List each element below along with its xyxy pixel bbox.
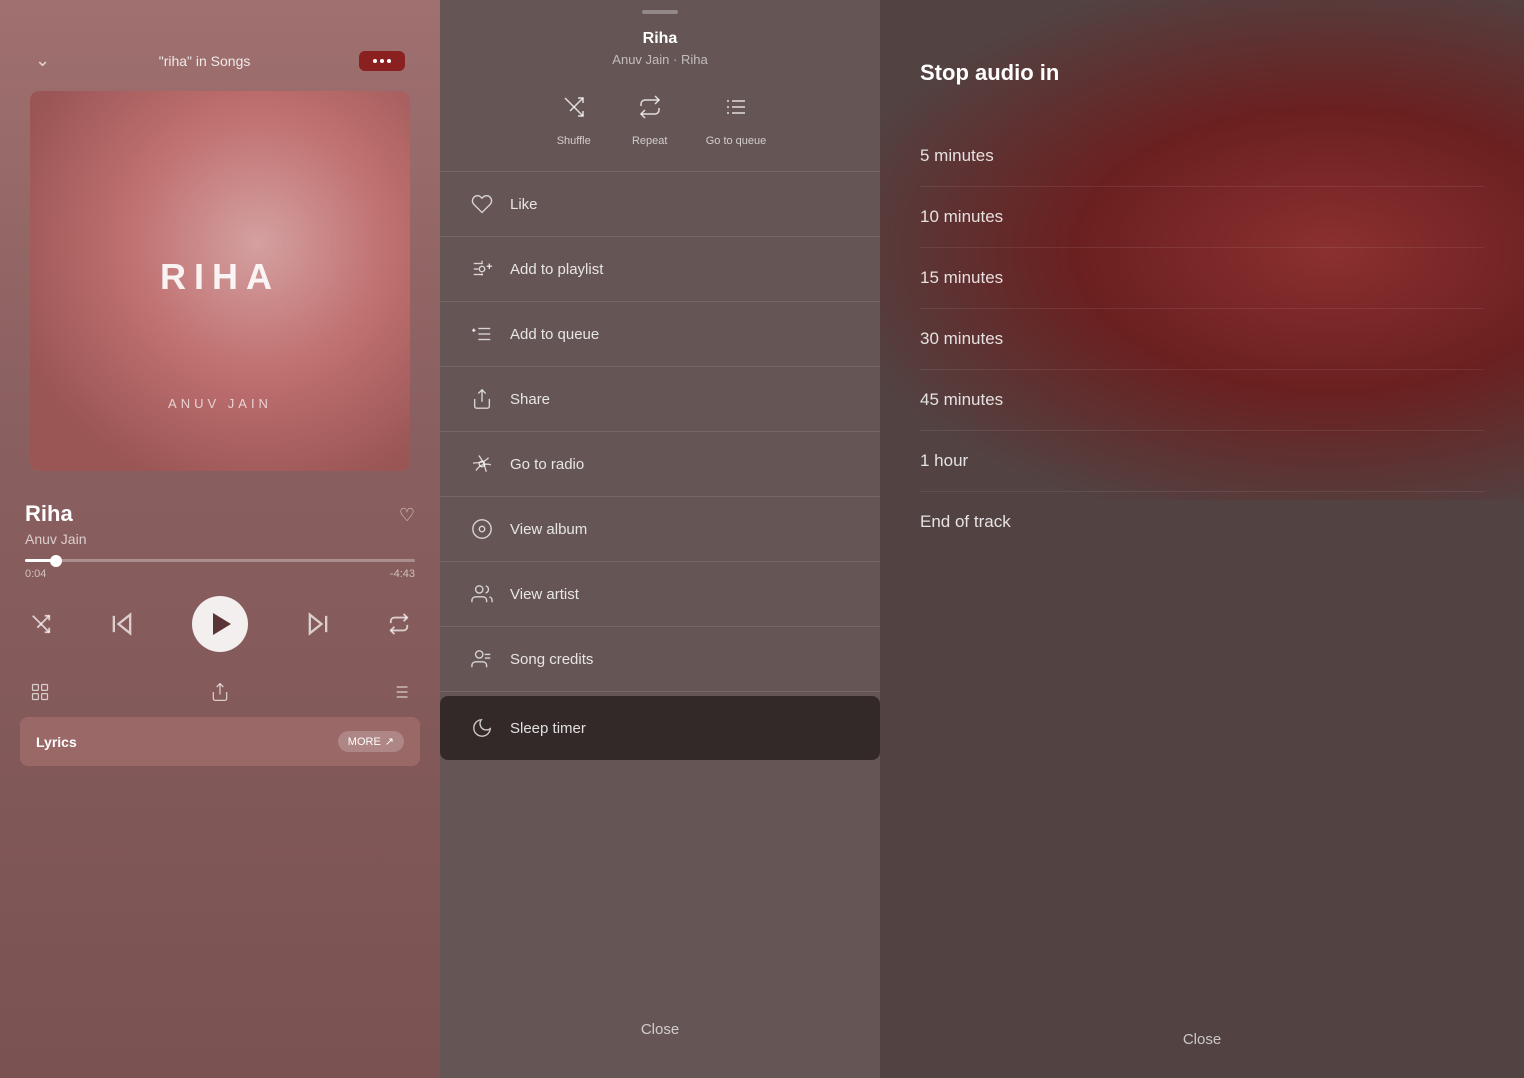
queue-button[interactable] — [390, 682, 410, 707]
share-item[interactable]: Share — [440, 367, 880, 431]
bottom-bar — [20, 682, 420, 707]
repeat-action-label: Repeat — [632, 135, 667, 147]
progress-times: 0:04 -4:43 — [25, 568, 415, 580]
divider-8 — [440, 691, 880, 692]
add-to-queue-item[interactable]: Add to queue — [440, 302, 880, 366]
playlist-add-icon — [470, 257, 494, 281]
song-menu-panel: Riha Anuv Jain · Riha Shuffle Repeat — [440, 0, 880, 1078]
view-artist-label: View artist — [510, 586, 579, 603]
search-context-label: "riha" in Songs — [159, 53, 251, 69]
timer-end-of-track[interactable]: End of track — [920, 492, 1484, 552]
timer-panel: Stop audio in 5 minutes 10 minutes 15 mi… — [880, 0, 1524, 1078]
add-to-queue-icon — [470, 322, 494, 346]
go-to-radio-item[interactable]: Go to radio — [440, 432, 880, 496]
more-options-button[interactable] — [359, 51, 405, 71]
song-credits-item[interactable]: Song credits — [440, 627, 880, 691]
view-album-item[interactable]: View album — [440, 497, 880, 561]
like-label: Like — [510, 196, 538, 213]
song-name: Riha — [25, 501, 86, 527]
sleep-timer-icon — [470, 716, 494, 740]
album-title-overlay: RIHA — [160, 256, 280, 298]
add-to-playlist-label: Add to playlist — [510, 261, 603, 278]
shuffle-action-label: Shuffle — [557, 135, 591, 147]
add-to-queue-label: Add to queue — [510, 326, 599, 343]
timer-end-of-track-label: End of track — [920, 512, 1011, 531]
progress-container: 0:04 -4:43 — [20, 559, 420, 580]
timer-title: Stop audio in — [920, 60, 1484, 86]
player-header: ⌄ "riha" in Songs — [20, 0, 420, 91]
timer-1hour[interactable]: 1 hour — [920, 431, 1484, 492]
menu-close-button[interactable]: Close — [440, 1001, 880, 1058]
queue-icon — [716, 87, 756, 127]
more-pill[interactable]: MORE ↗ — [338, 731, 404, 752]
repeat-icon — [630, 87, 670, 127]
timer-1hour-label: 1 hour — [920, 451, 968, 470]
timer-close-button[interactable]: Close — [880, 1011, 1524, 1078]
play-icon — [213, 613, 231, 635]
timer-10min-label: 10 minutes — [920, 207, 1003, 226]
queue-action-label: Go to queue — [706, 135, 767, 147]
share-button[interactable] — [210, 682, 230, 707]
view-artist-icon — [470, 582, 494, 606]
timer-45min[interactable]: 45 minutes — [920, 370, 1484, 431]
drag-handle — [642, 10, 678, 14]
album-artist-overlay: ANUV JAIN — [30, 396, 410, 411]
expand-icon: ↗ — [385, 735, 394, 748]
view-artist-item[interactable]: View artist — [440, 562, 880, 626]
timer-30min[interactable]: 30 minutes — [920, 309, 1484, 370]
progress-fill — [25, 559, 56, 562]
collapse-button[interactable]: ⌄ — [35, 50, 50, 71]
like-button[interactable]: ♡ — [399, 505, 415, 526]
repeat-button[interactable] — [388, 613, 410, 635]
radio-icon — [470, 452, 494, 476]
lyrics-label: Lyrics — [36, 734, 77, 750]
view-album-icon — [470, 517, 494, 541]
artist-name: Anuv Jain — [25, 531, 86, 547]
like-menu-item[interactable]: Like — [440, 172, 880, 236]
timer-5min-label: 5 minutes — [920, 146, 994, 165]
menu-song-title: Riha — [643, 30, 678, 48]
timer-30min-label: 30 minutes — [920, 329, 1003, 348]
more-label: MORE — [348, 736, 381, 748]
share-icon — [470, 387, 494, 411]
next-button[interactable] — [304, 610, 332, 638]
view-album-label: View album — [510, 521, 587, 538]
share-label: Share — [510, 391, 550, 408]
player-info: Riha Anuv Jain ♡ — [20, 501, 420, 547]
timer-options: 5 minutes 10 minutes 15 minutes 30 minut… — [880, 116, 1524, 1011]
playback-controls — [20, 586, 420, 662]
progress-thumb — [50, 555, 62, 567]
menu-actions-row: Shuffle Repeat Go to queue — [554, 87, 767, 147]
song-credits-icon — [470, 647, 494, 671]
timer-15min[interactable]: 15 minutes — [920, 248, 1484, 309]
connect-button[interactable] — [30, 682, 50, 707]
timer-5min[interactable]: 5 minutes — [920, 126, 1484, 187]
previous-button[interactable] — [108, 610, 136, 638]
shuffle-button[interactable] — [30, 613, 52, 635]
menu-song-subtitle: Anuv Jain · Riha — [612, 52, 707, 67]
progress-bar[interactable] — [25, 559, 415, 562]
album-art: RIHA ANUV JAIN — [30, 91, 410, 471]
add-to-playlist-item[interactable]: Add to playlist — [440, 237, 880, 301]
play-button[interactable] — [192, 596, 248, 652]
go-to-radio-label: Go to radio — [510, 456, 584, 473]
timer-10min[interactable]: 10 minutes — [920, 187, 1484, 248]
like-icon — [470, 192, 494, 216]
timer-15min-label: 15 minutes — [920, 268, 1003, 287]
sleep-timer-item[interactable]: Sleep timer — [440, 696, 880, 760]
song-credits-label: Song credits — [510, 651, 593, 668]
lyrics-bar[interactable]: Lyrics MORE ↗ — [20, 717, 420, 766]
timer-45min-label: 45 minutes — [920, 390, 1003, 409]
time-current: 0:04 — [25, 568, 46, 580]
time-remaining: -4:43 — [390, 568, 415, 580]
timer-header: Stop audio in — [880, 0, 1524, 116]
repeat-action[interactable]: Repeat — [630, 87, 670, 147]
shuffle-action[interactable]: Shuffle — [554, 87, 594, 147]
shuffle-icon — [554, 87, 594, 127]
player-panel: ⌄ "riha" in Songs RIHA ANUV JAIN Riha An… — [0, 0, 440, 1078]
sleep-timer-label: Sleep timer — [510, 720, 586, 737]
queue-action[interactable]: Go to queue — [706, 87, 767, 147]
